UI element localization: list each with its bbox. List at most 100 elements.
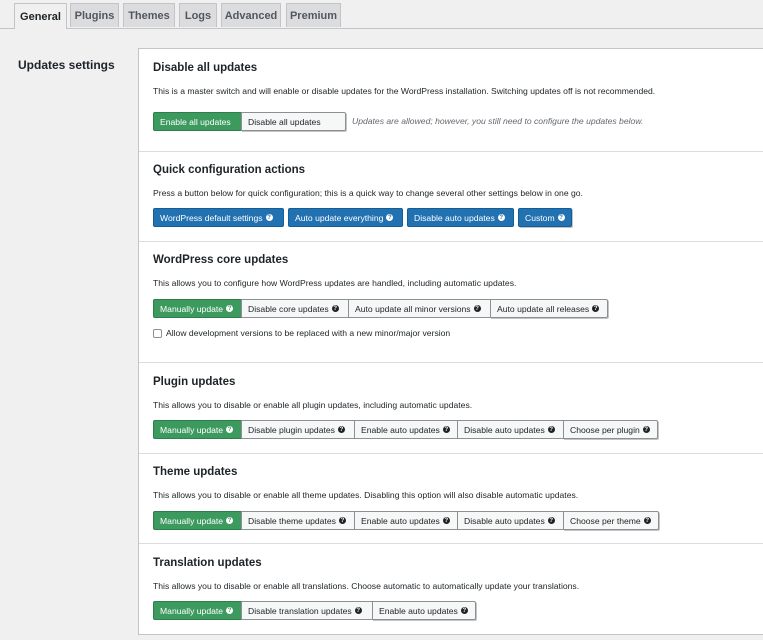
- section-disable-all-updates: Disable all updates This is a master swi…: [139, 49, 763, 152]
- button-label: Disable all updates: [248, 116, 321, 127]
- help-icon: ?: [442, 517, 450, 524]
- theme-disable-auto-updates-button[interactable]: Disable auto updates?: [457, 511, 564, 530]
- help-icon: ?: [473, 305, 481, 312]
- help-icon: ?: [592, 305, 600, 312]
- enable-all-updates-button[interactable]: Enable all updates: [153, 112, 242, 131]
- help-icon: ?: [338, 517, 346, 524]
- disable-all-updates-button[interactable]: Disable all updates: [241, 112, 346, 131]
- theme-update-buttons: Manually update? Disable theme updates? …: [153, 511, 659, 530]
- button-label: WordPress default settings: [160, 212, 263, 223]
- section-description: This allows you to disable or enable all…: [153, 581, 580, 591]
- help-icon: ?: [442, 426, 450, 433]
- section-theme-updates: Theme updates This allows you to disable…: [139, 453, 763, 544]
- auto-update-minor-versions-button[interactable]: Auto update all minor versions?: [348, 299, 491, 318]
- tab-plugins[interactable]: Plugins: [70, 3, 119, 27]
- section-quick-configuration: Quick configuration actions Press a butt…: [139, 151, 763, 242]
- core-manually-update-button[interactable]: Manually update?: [153, 299, 242, 318]
- help-icon: ?: [642, 426, 650, 433]
- button-label: Choose per plugin: [570, 424, 640, 435]
- translation-enable-auto-updates-button[interactable]: Enable auto updates?: [372, 601, 476, 620]
- help-icon: ?: [386, 214, 394, 221]
- section-description: This allows you to configure how WordPre…: [153, 278, 517, 288]
- quick-config-buttons: WordPress default settings? Auto update …: [153, 208, 576, 227]
- help-icon: ?: [497, 214, 505, 221]
- auto-update-all-releases-button[interactable]: Auto update all releases?: [490, 299, 608, 318]
- help-icon: ?: [337, 426, 345, 433]
- auto-update-everything-button[interactable]: Auto update everything?: [288, 208, 403, 227]
- dev-versions-checkbox[interactable]: [153, 328, 162, 338]
- plugin-enable-auto-updates-button[interactable]: Enable auto updates?: [354, 420, 458, 439]
- disable-auto-updates-button[interactable]: Disable auto updates?: [407, 208, 514, 227]
- section-title: Disable all updates: [153, 62, 258, 74]
- button-label: Enable auto updates: [361, 424, 440, 435]
- custom-button[interactable]: Custom?: [518, 208, 572, 227]
- button-label: Choose per theme: [570, 515, 641, 526]
- plugin-disable-auto-updates-button[interactable]: Disable auto updates?: [457, 420, 564, 439]
- button-label: Disable core updates: [248, 303, 329, 314]
- button-label: Manually update: [160, 424, 224, 435]
- settings-tab-bar: General Plugins Themes Logs Advanced Pre…: [0, 0, 763, 29]
- help-icon: ?: [547, 426, 555, 433]
- help-icon: ?: [547, 517, 555, 524]
- help-icon: ?: [226, 305, 234, 312]
- help-icon: ?: [354, 607, 362, 614]
- settings-panel: Disable all updates This is a master swi…: [138, 48, 763, 635]
- section-description: This allows you to disable or enable all…: [153, 400, 473, 410]
- help-icon: ?: [331, 305, 339, 312]
- button-label: Manually update: [160, 605, 224, 616]
- button-label: Auto update everything: [295, 212, 384, 223]
- tab-advanced[interactable]: Advanced: [221, 3, 281, 27]
- button-label: Enable auto updates: [379, 605, 458, 616]
- button-label: Auto update all minor versions: [355, 303, 471, 314]
- button-label: Disable auto updates: [464, 515, 545, 526]
- section-title: WordPress core updates: [153, 254, 289, 266]
- translation-manually-update-button[interactable]: Manually update?: [153, 601, 242, 620]
- section-description: This is a master switch and will enable …: [153, 86, 656, 96]
- disable-plugin-updates-button[interactable]: Disable plugin updates?: [241, 420, 355, 439]
- section-title: Translation updates: [153, 557, 262, 569]
- help-icon: ?: [226, 607, 234, 614]
- section-description: Press a button below for quick configura…: [153, 188, 583, 198]
- plugin-manually-update-button[interactable]: Manually update?: [153, 420, 242, 439]
- section-title: Quick configuration actions: [153, 164, 306, 176]
- help-icon: ?: [265, 214, 273, 221]
- theme-manually-update-button[interactable]: Manually update?: [153, 511, 242, 530]
- section-title: Plugin updates: [153, 376, 236, 388]
- button-label: Disable translation updates: [248, 605, 352, 616]
- button-label: Disable auto updates: [414, 212, 495, 223]
- wordpress-default-settings-button[interactable]: WordPress default settings?: [153, 208, 284, 227]
- core-update-buttons: Manually update? Disable core updates? A…: [153, 299, 608, 318]
- disable-theme-updates-button[interactable]: Disable theme updates?: [241, 511, 355, 530]
- button-label: Auto update all releases: [497, 303, 590, 314]
- button-label: Enable auto updates: [361, 515, 440, 526]
- translation-update-buttons: Manually update? Disable translation upd…: [153, 601, 476, 620]
- section-title: Theme updates: [153, 466, 238, 478]
- help-icon: ?: [226, 426, 234, 433]
- button-label: Disable plugin updates: [248, 424, 335, 435]
- help-icon: ?: [643, 517, 651, 524]
- section-description: This allows you to disable or enable all…: [153, 490, 579, 500]
- plugin-update-buttons: Manually update? Disable plugin updates?…: [153, 420, 658, 439]
- section-core-updates: WordPress core updates This allows you t…: [139, 241, 763, 363]
- button-label: Manually update: [160, 515, 224, 526]
- help-icon: ?: [557, 214, 565, 221]
- checkbox-label: Allow development versions to be replace…: [166, 328, 451, 338]
- choose-per-plugin-button[interactable]: Choose per plugin?: [563, 420, 658, 439]
- master-switch-buttons: Enable all updates Disable all updates: [153, 112, 346, 131]
- section-translation-updates: Translation updates This allows you to d…: [139, 543, 763, 635]
- dev-versions-option[interactable]: Allow development versions to be replace…: [153, 328, 450, 338]
- choose-per-theme-button[interactable]: Choose per theme?: [563, 511, 659, 530]
- button-label: Custom: [525, 212, 555, 223]
- button-label: Disable auto updates: [464, 424, 545, 435]
- tab-logs[interactable]: Logs: [179, 3, 217, 27]
- tab-premium[interactable]: Premium: [286, 3, 341, 27]
- tab-general[interactable]: General: [14, 3, 67, 29]
- button-label: Enable all updates: [160, 116, 231, 127]
- updates-status-note: Updates are allowed; however, you still …: [352, 116, 644, 126]
- theme-enable-auto-updates-button[interactable]: Enable auto updates?: [354, 511, 458, 530]
- help-icon: ?: [460, 607, 468, 614]
- section-plugin-updates: Plugin updates This allows you to disabl…: [139, 362, 763, 454]
- disable-core-updates-button[interactable]: Disable core updates?: [241, 299, 349, 318]
- tab-themes[interactable]: Themes: [123, 3, 175, 27]
- disable-translation-updates-button[interactable]: Disable translation updates?: [241, 601, 373, 620]
